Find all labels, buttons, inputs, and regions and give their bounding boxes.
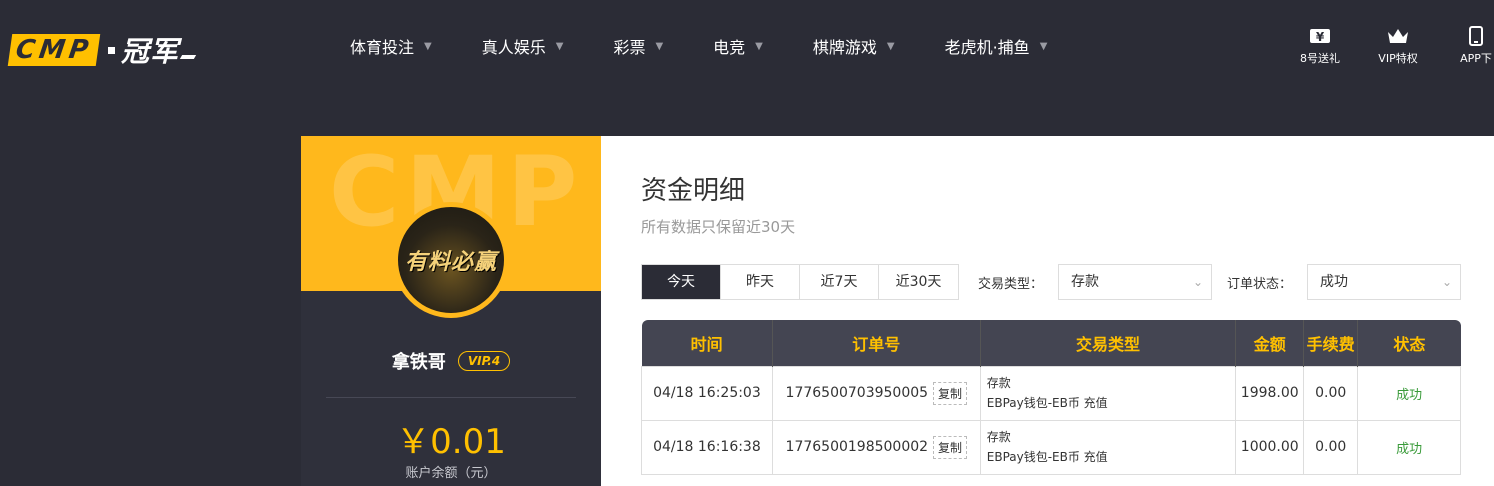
type-main: 存款 [986,430,1011,444]
page-subtitle: 所有数据只保留近30天 [641,218,796,236]
nav-label: 棋牌游戏 [812,38,877,57]
date-range-tabs: 今天 昨天 近7天 近30天 [641,264,959,300]
type-filter-value: 存款 [1071,274,1099,290]
col-amount: 金额 [1235,320,1304,366]
order-number: 1776500198500002 [785,439,929,455]
nav-label: 彩票 [613,38,646,57]
chevron-down-icon: ▼ [555,40,564,52]
chevron-down-icon: ▼ [424,40,432,52]
top-header: CMP 冠军 体育投注 ▼ 真人娱乐 ▼ 彩票 ▼ 电竞 ▼ 棋牌游戏 ▼ 老虎机·捕鱼 ▼… [0,0,1494,92]
chevron-down-icon: ▼ [1039,40,1048,52]
tab-7-days[interactable]: 近7天 [800,265,879,299]
type-main: 存款 [986,376,1011,390]
cell-status: 成功 [1357,365,1461,421]
balance-label: 账户余额（元） [405,466,497,481]
table-row: 04/18 16:16:38 1776500198500002 复制 存款 EBP… [641,419,1461,475]
account-balance: ￥0.01 [396,422,506,462]
table-row: 04/18 16:25:03 1776500703950005 复制 存款 EBP… [641,365,1461,421]
logo-mark: CMP [7,34,101,66]
nav-label: 体育投注 [350,38,415,57]
logo-dot [108,46,116,54]
copy-button[interactable]: 复制 [933,381,968,405]
col-fee: 手续费 [1303,320,1358,366]
type-sub: EBPay钱包-EB币 充值 [986,450,1108,464]
nav-live-casino[interactable]: 真人娱乐 ▼ [482,34,564,58]
type-sub: EBPay钱包-EB币 充值 [986,396,1108,410]
cell-fee: 0.00 [1303,419,1359,475]
chevron-down-icon: ▼ [886,40,895,52]
status-filter-select[interactable]: 成功 ⌄ [1307,264,1461,300]
cell-amount: 1000.00 [1235,419,1305,475]
logo-text: 冠军 [121,35,180,68]
page-title: 资金明细 [641,176,746,206]
tool-label: VIP特权 [1378,52,1418,65]
svg-text:¥: ¥ [1316,30,1325,44]
cell-time: 04/18 16:25:03 [641,365,773,421]
cell-type: 存款 EBPay钱包-EB币 充值 [979,365,1237,421]
nav-label: 电竞 [713,38,746,57]
nav-card-games[interactable]: 棋牌游戏 ▼ [813,34,895,58]
main-nav: 体育投注 ▼ 真人娱乐 ▼ 彩票 ▼ 电竞 ▼ 棋牌游戏 ▼ 老虎机·捕鱼 ▼ [350,34,1097,58]
col-type: 交易类型 [979,320,1236,366]
col-order: 订单号 [771,320,981,366]
chevron-down-icon: ⌄ [1192,275,1203,289]
tool-gift[interactable]: ¥ 8号送礼 [1290,26,1350,66]
nav-esports[interactable]: 电竞 ▼ [713,34,763,58]
tool-label: APP下 [1460,52,1492,65]
type-filter-select[interactable]: 存款 ⌄ [1058,264,1212,300]
col-time: 时间 [641,320,773,366]
cell-type: 存款 EBPay钱包-EB币 充值 [979,419,1237,475]
status-filter-value: 成功 [1320,274,1348,290]
avatar-text: 有料必赢 [404,250,497,275]
header-tools: ¥ 8号送礼 VIP特权 APP下 [1290,26,1494,66]
phone-icon [1446,26,1494,46]
col-status: 状态 [1357,320,1461,366]
nav-slots-fishing[interactable]: 老虎机·捕鱼 ▼ [945,34,1048,58]
order-number: 1776500703950005 [785,385,929,401]
cell-fee: 0.00 [1303,365,1359,421]
nav-label: 真人娱乐 [481,38,546,57]
cell-order: 1776500198500002 复制 [771,419,981,475]
table-header-row: 时间 订单号 交易类型 金额 手续费 状态 [641,320,1461,366]
cell-status: 成功 [1357,419,1461,475]
transactions-table: 时间 订单号 交易类型 金额 手续费 状态 04/18 16:25:03 177… [641,320,1461,475]
tab-today[interactable]: 今天 [642,265,721,299]
divider [326,397,576,398]
status-text: 成功 [1396,387,1423,403]
chevron-down-icon: ▼ [655,40,664,52]
logo-tail [179,55,197,59]
copy-button[interactable]: 复制 [933,435,968,459]
nav-lottery[interactable]: 彩票 ▼ [613,34,663,58]
tab-yesterday[interactable]: 昨天 [721,265,800,299]
user-name-row: 拿铁哥 VIP.4 [301,348,601,374]
user-sidebar: CMP 有料必赢 拿铁哥 VIP.4 ￥0.01 账户余额（元） [301,136,601,486]
chevron-down-icon: ⌄ [1441,275,1452,289]
vip-badge: VIP.4 [457,351,511,371]
nav-label: 老虎机·捕鱼 [944,38,1030,57]
cell-order: 1776500703950005 复制 [771,365,981,421]
crown-icon [1368,26,1428,46]
chevron-down-icon: ▼ [755,40,763,52]
site-logo[interactable]: CMP 冠军 [7,30,197,70]
fund-details-panel: 资金明细 所有数据只保留近30天 今天 昨天 近7天 近30天 交易类型： 存款… [601,136,1494,486]
gift-ticket-icon: ¥ [1290,26,1350,46]
tab-30-days[interactable]: 近30天 [879,265,958,299]
tool-label: 8号送礼 [1300,52,1340,65]
status-filter-label: 订单状态： [1227,277,1293,292]
nav-sports[interactable]: 体育投注 ▼ [350,34,432,58]
avatar[interactable]: 有料必赢 [393,202,509,318]
username: 拿铁哥 [391,352,446,373]
cell-amount: 1998.00 [1235,365,1305,421]
status-text: 成功 [1396,441,1423,457]
type-filter-label: 交易类型： [978,277,1044,292]
cell-time: 04/18 16:16:38 [641,419,773,475]
tool-app[interactable]: APP下 [1446,26,1494,66]
tool-vip[interactable]: VIP特权 [1368,26,1428,66]
